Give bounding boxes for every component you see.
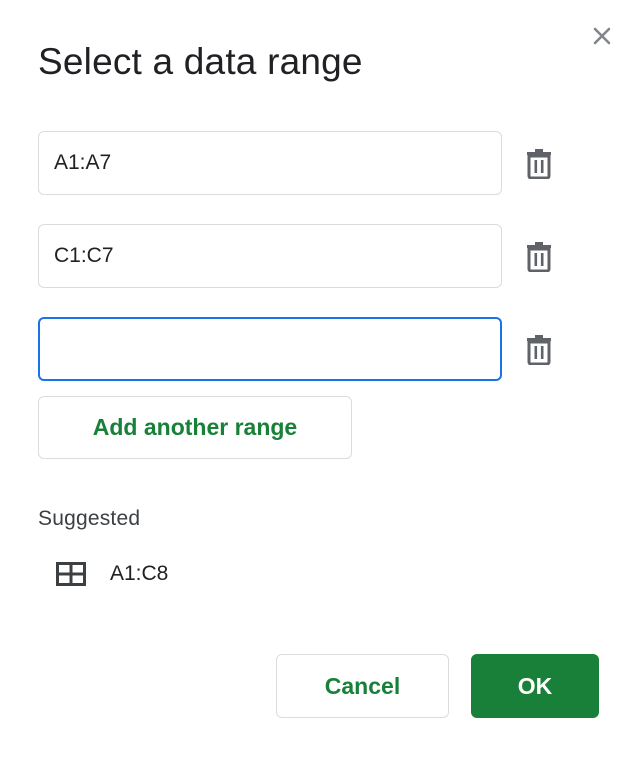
suggested-heading: Suggested [38, 507, 141, 530]
range-input-1[interactable] [38, 131, 502, 195]
range-input-3[interactable] [38, 317, 502, 381]
range-row-3 [38, 317, 578, 381]
delete-range-2-icon[interactable] [524, 241, 554, 273]
table-grid-icon [56, 561, 86, 587]
ok-button[interactable]: OK [471, 654, 599, 718]
range-row-1 [38, 131, 578, 195]
add-another-range-button[interactable]: Add another range [38, 396, 352, 459]
cancel-button[interactable]: Cancel [276, 654, 449, 718]
close-icon[interactable] [588, 22, 616, 50]
suggested-range-item[interactable]: A1:C8 [56, 558, 168, 590]
range-row-2 [38, 224, 578, 288]
dialog-title: Select a data range [38, 41, 363, 82]
range-input-2[interactable] [38, 224, 502, 288]
suggested-range-label: A1:C8 [110, 562, 169, 585]
select-data-range-dialog: Select a data range A1:A7 C1:C7 Add anot… [0, 0, 637, 758]
delete-range-1-icon[interactable] [524, 148, 554, 180]
delete-range-3-icon[interactable] [524, 334, 554, 366]
